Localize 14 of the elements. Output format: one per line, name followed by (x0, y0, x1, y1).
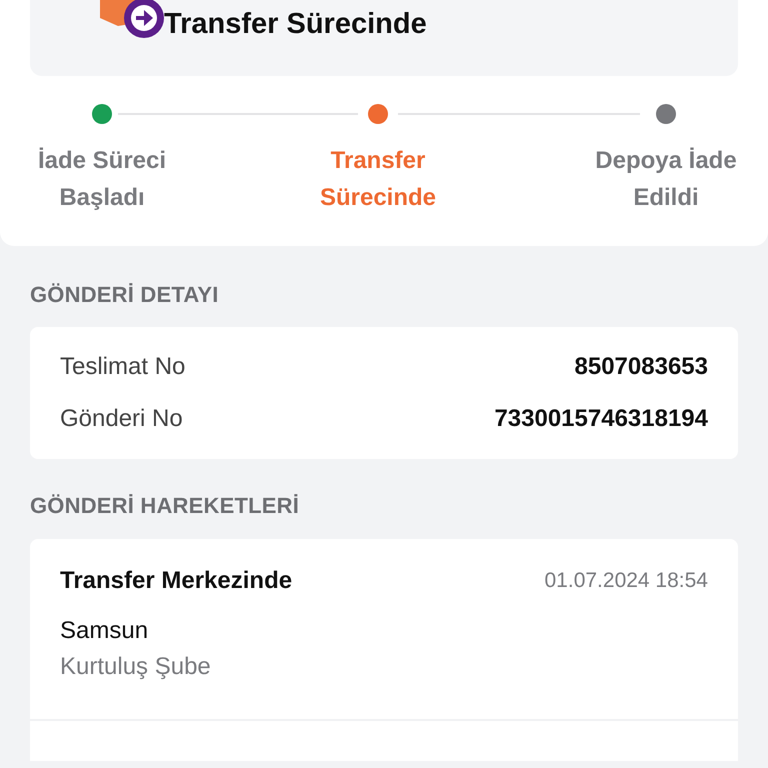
step-label: İade Süreci Başladı (36, 146, 168, 213)
detail-value: 8507083653 (574, 353, 708, 381)
detail-label: Teslimat No (60, 353, 186, 381)
step-label: Transfer Sürecinde (318, 146, 438, 213)
movement-title: Transfer Merkezinde (60, 567, 292, 595)
movement-city: Samsun (60, 617, 150, 645)
detail-label: Gönderi No (60, 405, 183, 433)
section-heading: GÖNDERİ DETAYI (30, 282, 220, 308)
step-label: Depoya İade Edildi (594, 146, 738, 213)
detail-value: 7330015746318194 (494, 405, 708, 433)
status-title: Transfer Sürecinde (164, 8, 427, 40)
section-heading: GÖNDERİ HAREKETLERİ (30, 493, 300, 519)
movement-time: 01.07.2024 18:54 (544, 569, 708, 593)
movement-branch: Kurtuluş Şube (60, 653, 212, 681)
